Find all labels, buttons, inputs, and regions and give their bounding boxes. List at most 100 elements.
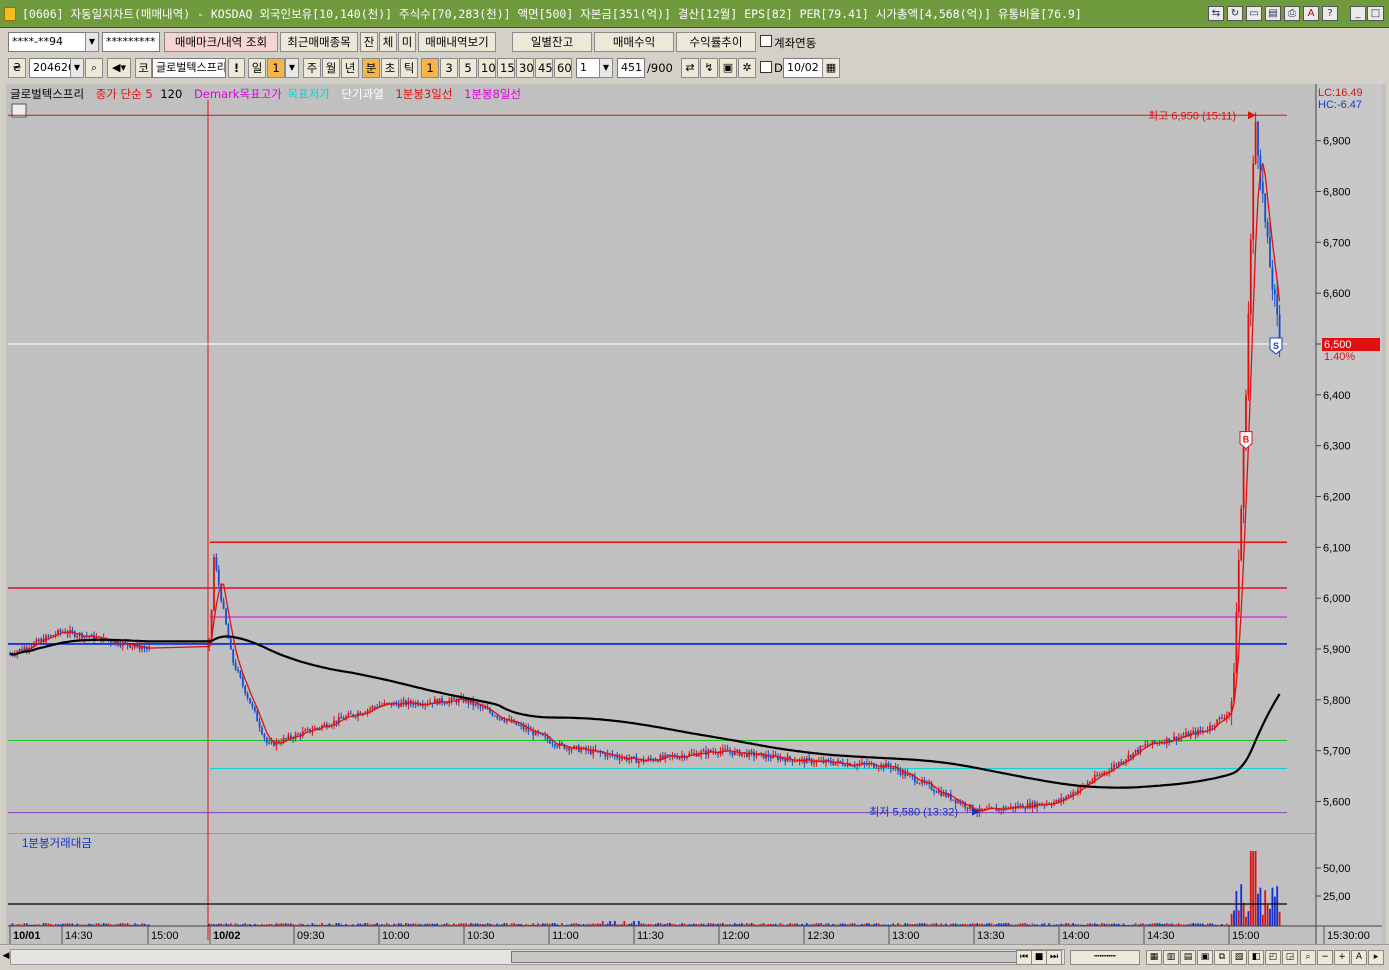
volume-bar	[549, 924, 551, 926]
volume-bar	[825, 923, 827, 926]
scroll-left-icon[interactable]: ◀	[2, 950, 10, 965]
minute-45-button[interactable]: 45	[535, 58, 553, 78]
minute-1-button[interactable]: 1	[421, 58, 439, 78]
volume-bar	[748, 924, 751, 926]
alert-button[interactable]: !	[228, 58, 245, 78]
reset-icon[interactable]: ◧	[1248, 950, 1264, 965]
view-icon[interactable]: ▣	[1197, 950, 1213, 965]
custom-period-dropdown-icon[interactable]: ▼	[599, 58, 613, 78]
account-dropdown-icon[interactable]: ▼	[85, 32, 99, 52]
custom-period-input[interactable]: 1	[576, 58, 600, 78]
window-help-icon[interactable]: ?	[1322, 6, 1338, 21]
data-count-input[interactable]: 451	[617, 58, 645, 78]
stock-code-input[interactable]: 204620	[29, 58, 71, 78]
period-dropdown-icon[interactable]: ▼	[285, 58, 299, 78]
korean-toggle-button[interactable]: 코	[135, 58, 152, 78]
chart-tool-icon[interactable]: ⇄	[681, 58, 699, 78]
trade-history-button[interactable]: 매매내역보기	[418, 32, 496, 52]
minute-10-button[interactable]: 10	[478, 58, 496, 78]
volume-bar	[18, 924, 21, 926]
period-minute-button[interactable]: 분	[362, 58, 380, 78]
minute-3-button[interactable]: 3	[440, 58, 458, 78]
scroll-right-icon[interactable]: ▸	[1368, 950, 1384, 965]
volume-bar	[949, 923, 952, 926]
date-checkbox[interactable]	[760, 61, 772, 73]
tab-return-trend[interactable]: 수익률추이	[676, 32, 756, 52]
scroll-first-icon[interactable]: ⏮	[1016, 950, 1032, 965]
window-link-icon[interactable]: ⇆	[1208, 6, 1224, 21]
candle-body	[570, 748, 573, 751]
legend-ma120[interactable]: 120	[160, 87, 182, 101]
stock-search-icon[interactable]: ₴	[8, 58, 26, 78]
volume-bar	[923, 923, 926, 926]
period-week-button[interactable]: 주	[303, 58, 321, 78]
price-chart[interactable]: 6,900 6,800 6,700 6,600 6,500 6,400 6,300 6,200…	[0, 82, 1389, 944]
candle-body	[549, 739, 551, 744]
scroll-thumb[interactable]	[511, 951, 1061, 963]
indicator-icon[interactable]: ↯	[700, 58, 718, 78]
search-icon[interactable]: ⌕	[1300, 950, 1316, 965]
volume-bar	[690, 924, 693, 926]
balance-button[interactable]: 잔	[360, 32, 378, 52]
legend-overheat[interactable]: 단기과열	[341, 87, 383, 101]
stock-code-dropdown-icon[interactable]: ▼	[70, 58, 84, 78]
compare-icon[interactable]: ▧	[1231, 950, 1247, 965]
minute-15-button[interactable]: 15	[497, 58, 515, 78]
period-year-button[interactable]: 년	[341, 58, 359, 78]
magnifier-icon[interactable]: ⌕	[85, 58, 103, 78]
period-tick-button[interactable]: 틱	[400, 58, 418, 78]
layout-icon[interactable]: ▤	[1180, 950, 1196, 965]
zoom-in-icon[interactable]: +	[1334, 950, 1350, 965]
grid-icon[interactable]: ▥	[1163, 950, 1179, 965]
window-save-icon[interactable]: ▤	[1265, 6, 1281, 21]
period-second-button[interactable]: 초	[381, 58, 399, 78]
text-tool-icon[interactable]: A	[1351, 950, 1367, 965]
trade-mark-query-button[interactable]: 매매마크/내역 조회	[164, 32, 278, 52]
minute-30-button[interactable]: 30	[516, 58, 534, 78]
scroll-track[interactable]	[10, 949, 1065, 965]
account-input[interactable]: ****-**94	[8, 32, 86, 52]
fit-icon[interactable]: ◰	[1265, 950, 1281, 965]
candle-body	[1235, 612, 1238, 673]
date-input[interactable]: 10/02	[783, 58, 823, 78]
settings-icon[interactable]: ◲	[1282, 950, 1298, 965]
tab-daily-balance[interactable]: 일별잔고	[512, 32, 592, 52]
period-day-button[interactable]: 일	[248, 58, 266, 78]
window-refresh-icon[interactable]: ↻	[1227, 6, 1243, 21]
scroll-last-icon[interactable]: ⏭	[1046, 950, 1062, 965]
tab-trade-profit[interactable]: 매매수익	[594, 32, 674, 52]
account-link-checkbox[interactable]	[760, 35, 772, 47]
window-print-icon[interactable]: ⎙	[1284, 6, 1300, 21]
zoom-slider[interactable]: ┅┅┅┅	[1070, 950, 1140, 965]
legend-ma5[interactable]: 종가 단순 5	[96, 87, 153, 101]
legend-3day-line[interactable]: 1분봉3일선	[395, 87, 452, 101]
window-screen-icon[interactable]: ▭	[1246, 6, 1262, 21]
calendar-icon[interactable]: ▦	[822, 58, 840, 78]
period-value-field[interactable]: 1	[267, 58, 285, 78]
unfilled-button[interactable]: 미	[398, 32, 416, 52]
minute-5-button[interactable]: 5	[459, 58, 477, 78]
candle-body	[268, 742, 271, 744]
sound-icon[interactable]: ◀▾	[107, 58, 131, 78]
settings-icon[interactable]: ✲	[738, 58, 756, 78]
legend-stock-name[interactable]: 글로벌텍스프리	[10, 87, 84, 101]
window-font-icon[interactable]: A	[1303, 6, 1319, 21]
copy-icon[interactable]: ⧉	[1214, 950, 1230, 965]
legend-demark-low[interactable]: 목표저가	[287, 87, 329, 101]
executed-button[interactable]: 체	[379, 32, 397, 52]
price-pane	[8, 100, 1316, 833]
legend-8day-line[interactable]: 1분봉8일선	[464, 87, 521, 101]
password-input[interactable]: *********	[102, 32, 160, 52]
recent-stocks-button[interactable]: 최근매매종목	[280, 32, 358, 52]
minimize-icon[interactable]: _	[1350, 6, 1366, 21]
period-month-button[interactable]: 월	[322, 58, 340, 78]
zoom-out-icon[interactable]: −	[1317, 950, 1333, 965]
save-icon[interactable]: ▣	[719, 58, 737, 78]
legend-demark-high[interactable]: Demark목표고가	[194, 87, 282, 101]
maximize-icon[interactable]: □	[1367, 6, 1384, 21]
volume-bar	[309, 924, 311, 926]
scroll-stop-icon[interactable]: ■	[1031, 950, 1047, 965]
tile-icon[interactable]: ▦	[1146, 950, 1162, 965]
minute-60-button[interactable]: 60	[554, 58, 572, 78]
volume-bar	[1165, 923, 1168, 926]
